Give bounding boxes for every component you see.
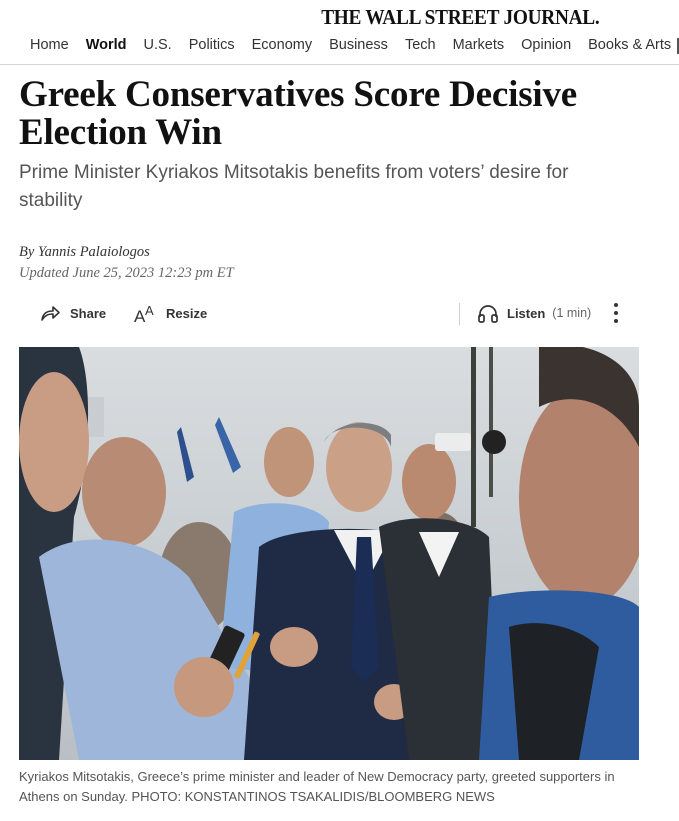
headphones-icon <box>477 303 499 323</box>
photo-caption: Kyriakos Mitsotakis, Greece’s prime mini… <box>19 769 615 804</box>
nav-item-economy[interactable]: Economy <box>252 37 312 53</box>
more-vertical-icon <box>613 302 619 324</box>
masthead: THE WALL STREET JOURNAL. <box>0 3 679 29</box>
share-label: Share <box>70 305 107 321</box>
svg-text:A: A <box>145 303 154 318</box>
nav-item-markets[interactable]: Markets <box>453 37 505 53</box>
listen-duration: (1 min) <box>552 306 592 320</box>
byline-prefix: By <box>19 244 35 260</box>
listen-button[interactable]: Listen (1 min) <box>477 298 591 328</box>
nav-item-opinion[interactable]: Opinion <box>521 37 571 53</box>
nav-item-home[interactable]: Home <box>30 37 69 53</box>
nav-item-books-arts[interactable]: Books & Arts <box>588 37 671 53</box>
share-button[interactable]: Share <box>39 298 106 328</box>
resize-button[interactable]: A A Resize <box>134 298 207 328</box>
section-nav-list: Home World U.S. Politics Economy Business Tech… <box>30 37 679 53</box>
nav-item-business[interactable]: Business <box>329 37 388 53</box>
headline: Greek Conservatives Score Decisive Elect… <box>19 74 577 153</box>
share-icon <box>39 303 61 323</box>
author-link[interactable]: Yannis Palaiologos <box>38 244 150 260</box>
article: Greek Conservatives Score Decisive Elect… <box>19 66 659 282</box>
byline: By Yannis Palaiologos <box>19 244 659 261</box>
wsj-logo[interactable]: THE WALL STREET JOURNAL. <box>321 5 600 30</box>
nav-item-u-s[interactable]: U.S. <box>144 37 172 53</box>
lead-photo-image <box>19 347 639 760</box>
more-options-button[interactable] <box>611 298 621 328</box>
resize-icon: A A <box>134 302 158 324</box>
toolbar-divider <box>459 303 460 325</box>
listen-label: Listen <box>507 305 546 321</box>
lead-photo[interactable] <box>19 347 639 760</box>
nav-item-tech[interactable]: Tech <box>405 37 436 53</box>
section-nav: Home World U.S. Politics Economy Business Tech… <box>0 30 679 65</box>
nav-item-politics[interactable]: Politics <box>189 37 235 53</box>
dek-subheadline: Prime Minister Kyriakos Mitsotakis benef… <box>19 162 569 211</box>
article-toolbar: Share A A Resize Listen (1 min) <box>19 298 639 330</box>
nav-item-world[interactable]: World <box>86 37 127 53</box>
updated-timestamp: Updated June 25, 2023 12:23 pm ET <box>19 265 234 281</box>
resize-label: Resize <box>166 305 208 321</box>
